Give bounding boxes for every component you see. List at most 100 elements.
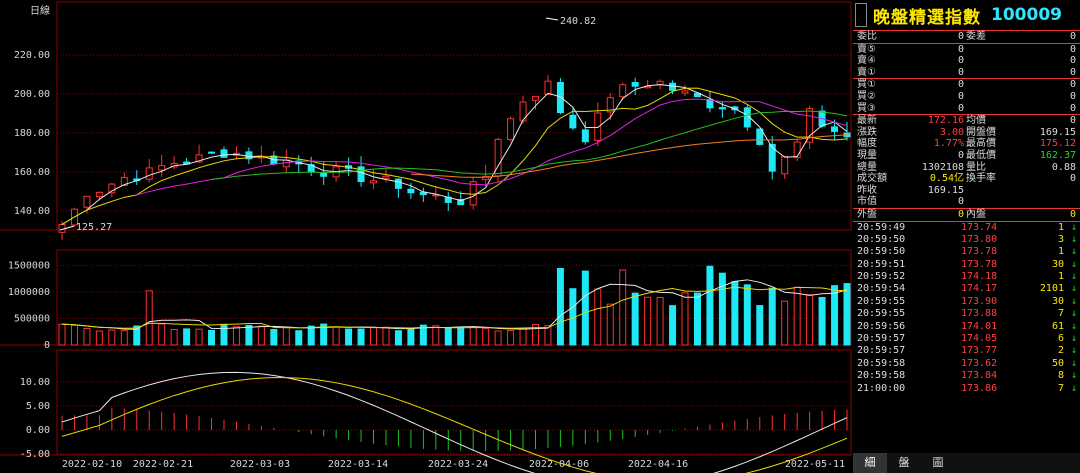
tick-price: 173.84 [961,370,998,382]
tick-row[interactable]: 20:59:51 173.78 30 ↓ [853,259,1080,271]
volume-tick-label: 0 [44,340,50,351]
down-arrow-icon: ↓ [1070,258,1077,270]
tab-detail[interactable]: 細 [853,453,887,473]
quote-value-2: 162.37 [1039,149,1076,161]
candle-body [407,188,415,194]
volume-bar [606,303,614,346]
tick-time: 20:59:57 [857,333,906,345]
price-tick-label: 180.00 [14,128,50,139]
tick-row[interactable]: 20:59:58 173.84 8 ↓ [853,370,1080,382]
candlestick-chart[interactable]: 日線 220.00 200.00 180.00 160.00 140.00 1500000 1… [0,0,852,473]
quote-row: 漲跌 3.00 開盤價 169.15 [853,127,1080,139]
price-tick-label: 160.00 [14,167,50,178]
quote-row: 總量 1302108 量比 0.88 [853,162,1080,174]
volume-bar [631,292,639,346]
volume-bar [270,329,278,346]
quote-label: 昨收 [857,184,877,196]
tick-row[interactable]: 20:59:52 174.18 1 ↓ [853,271,1080,283]
tick-price: 174.17 [961,283,998,295]
candle-body [718,107,726,110]
price-tick-label: 200.00 [14,89,50,100]
book-label: 買② [857,90,876,102]
volume-bar [58,323,66,346]
tick-row[interactable]: 20:59:50 173.78 1 ↓ [853,246,1080,258]
tick-qty: 1 [1057,246,1064,258]
tab-chart[interactable]: 圖 [921,453,955,473]
candle-body [594,112,602,141]
volume-bar [307,325,315,346]
quote-label: 現量 [857,149,877,161]
panel-handle-icon[interactable] [855,3,867,27]
book-label: 買③ [857,102,876,114]
volume-ma-white [61,279,848,330]
date-label: 2022-03-24 [428,459,488,470]
tick-qty: 50 [1051,357,1064,369]
tick-row[interactable]: 20:59:57 174.05 6 ↓ [853,333,1080,345]
book-label: 買① [857,79,876,91]
tick-row[interactable]: 20:59:50 173.80 3 ↓ [853,234,1080,246]
candle-body [544,80,552,95]
tick-row[interactable]: 20:59:56 174.01 61 ↓ [853,321,1080,333]
volume-bar [843,283,851,346]
volume-bar [507,330,515,346]
volume-bar [831,285,839,346]
price-tick-label: 220.00 [14,50,50,61]
book-label-2: 委差 [966,31,986,42]
down-arrow-icon: ↓ [1070,221,1077,233]
quote-value: 1.77% [933,138,964,150]
quote-row: 現量 0 最低價 162.37 [853,150,1080,162]
quote-label: 漲跌 [857,126,877,138]
quote-value-2: 0.88 [1051,161,1076,173]
date-label: 2022-02-21 [133,459,193,470]
date-label: 2022-03-14 [328,459,388,470]
tick-list[interactable]: 20:59:49 173.74 1 ↓ 20:59:50 173.80 3 ↓ 20:59:50… [853,220,1080,395]
down-arrow-icon: ↓ [1070,370,1077,382]
outer-inner-volume: 外盤 0 內盤 0 [853,207,1080,221]
book-value: 0 [957,43,964,55]
macd-tick-label: 0.00 [26,425,50,436]
volume-bar [806,294,814,346]
tab-book[interactable]: 盤 [887,453,921,473]
tick-qty: 7 [1057,382,1064,394]
quote-value-2: 0 [1069,173,1076,185]
volume-bar [756,305,764,346]
tick-row[interactable]: 20:59:55 173.88 7 ↓ [853,308,1080,320]
quote-label: 市值 [857,196,877,208]
volume-bar [370,326,378,346]
book-value-2: 0 [1069,43,1076,55]
volume-bar [332,326,340,346]
quote-value: 169.15 [927,184,964,196]
tick-row[interactable]: 21:00:00 173.86 7 ↓ [853,383,1080,395]
volume-bar [457,327,465,346]
title-bar: 晚盤精選指數 100009 [853,0,1080,31]
tick-row[interactable]: 20:59:57 173.77 2 ↓ [853,345,1080,357]
tick-row[interactable]: 20:59:55 173.90 30 ↓ [853,296,1080,308]
candle-body [768,143,776,172]
down-arrow-icon: ↓ [1070,345,1077,357]
candle-body [507,118,515,141]
tick-row[interactable]: 20:59:58 173.62 50 ↓ [853,358,1080,370]
volume-bar [195,328,203,346]
tick-row[interactable]: 20:59:54 174.17 2101 ↓ [853,283,1080,295]
volume-bar [232,326,240,346]
chart-area[interactable]: 日線 220.00 200.00 180.00 160.00 140.00 1500000 1… [0,0,852,473]
volume-bar [743,284,751,346]
volume-bar [257,325,265,346]
candle-body [793,141,801,159]
volume-bar [208,329,216,346]
volume-tick-label: 1500000 [8,260,50,271]
volume-bar [768,287,776,346]
tick-price: 173.77 [961,345,998,357]
volume-bar [120,330,128,346]
volume-bar [394,330,402,346]
volume-bar [70,324,78,346]
candle-body [531,96,539,101]
tick-time: 20:59:55 [857,295,906,307]
tick-row[interactable]: 20:59:49 173.74 1 ↓ [853,222,1080,234]
outer-row: 外盤 0 內盤 0 [853,209,1080,221]
ma-line-magenta [136,98,848,196]
ma-line-white [61,84,848,225]
candle-body [83,195,91,208]
volume-bar [519,328,527,346]
quote-label: 最新 [857,115,877,127]
